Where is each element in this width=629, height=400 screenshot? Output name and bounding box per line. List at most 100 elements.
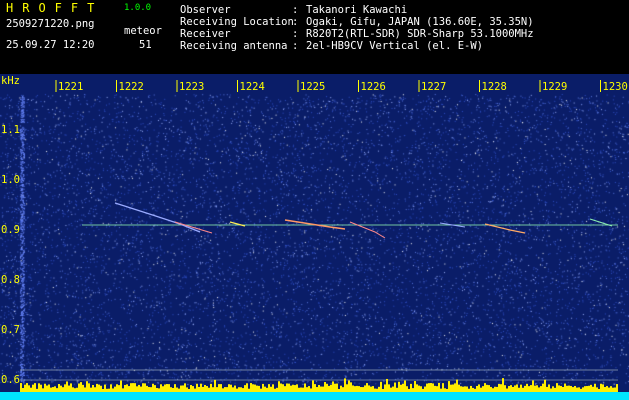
noise-bar	[348, 380, 350, 392]
noise-bar	[478, 384, 480, 392]
noise-bar	[442, 383, 444, 392]
spectrogram: kHz 1.1 1.0 0.9 0.8 0.7 0.6 1221 1222 1223 1224 1…	[0, 74, 629, 400]
noise-bar	[586, 386, 588, 392]
noise-bar	[310, 388, 312, 392]
noise-bar	[28, 385, 30, 392]
noise-bar	[436, 386, 438, 392]
noise-bar	[544, 379, 546, 392]
noise-bar	[256, 385, 258, 392]
noise-bar	[502, 378, 504, 392]
noise-bar	[576, 387, 578, 392]
noise-bar	[78, 383, 80, 392]
noise-bar	[558, 385, 560, 392]
noise-bar	[418, 385, 420, 392]
noise-bar	[342, 387, 344, 392]
noise-bar	[228, 384, 230, 392]
y-tick-label: 0.9	[1, 224, 20, 236]
noise-bar	[464, 386, 466, 392]
noise-bar	[616, 384, 618, 392]
noise-bar	[48, 384, 50, 392]
noise-bar	[308, 386, 310, 392]
noise-bar	[260, 388, 262, 392]
noise-bar	[278, 381, 280, 392]
datetime-label: 25.09.27 12:20	[6, 39, 95, 51]
noise-bar	[568, 385, 570, 392]
location-label: Receiving Location	[180, 16, 294, 28]
noise-bar	[66, 381, 68, 392]
noise-bar	[582, 387, 584, 392]
app-logo: HROFFT	[6, 1, 104, 15]
noise-bar	[84, 387, 86, 392]
noise-bar	[414, 381, 416, 392]
noise-bar	[152, 383, 154, 392]
noise-bar	[564, 383, 566, 392]
noise-bar	[202, 386, 204, 392]
noise-bar	[566, 385, 568, 392]
noise-bar	[118, 385, 120, 392]
noise-bar	[38, 383, 40, 392]
antenna-value: 2el-HB9CV Vertical (el. E-W)	[306, 40, 484, 52]
noise-bar	[474, 388, 476, 392]
noise-bar	[522, 387, 524, 392]
noise-bar	[268, 384, 270, 392]
noise-bar	[390, 387, 392, 392]
noise-bar	[392, 386, 394, 392]
spectrogram-overlay: kHz 1.1 1.0 0.9 0.8 0.7 0.6 1221 1222 1223 1224 1…	[0, 75, 629, 400]
noise-bar	[270, 386, 272, 392]
noise-bar	[570, 385, 572, 392]
noise-bar	[192, 386, 194, 392]
meteor-label: meteor	[124, 25, 162, 37]
noise-bar	[50, 387, 52, 392]
noise-bar	[578, 387, 580, 392]
noise-bar	[274, 388, 276, 392]
x-tick-label: 1230	[603, 81, 628, 93]
noise-bar	[150, 387, 152, 392]
noise-bar	[200, 383, 202, 392]
noise-bar	[62, 387, 64, 392]
noise-bar	[338, 388, 340, 392]
noise-bar	[284, 386, 286, 392]
noise-bar	[40, 384, 42, 392]
noise-bar	[126, 384, 128, 392]
y-tick-label: 0.7	[1, 324, 20, 336]
noise-bar	[300, 387, 302, 392]
app-version: 1.0.0	[124, 3, 152, 13]
x-tick-label: 1222	[119, 81, 144, 93]
noise-bar	[230, 384, 232, 392]
noise-bar	[446, 388, 448, 392]
observer-sep: :	[292, 4, 299, 16]
noise-bar	[158, 388, 160, 392]
noise-bar	[314, 384, 316, 392]
noise-bar	[288, 383, 290, 392]
noise-bar	[22, 388, 24, 392]
noise-bar	[286, 383, 288, 392]
noise-bar	[352, 385, 354, 392]
noise-bar	[490, 386, 492, 392]
noise-bar	[350, 382, 352, 392]
noise-bar	[606, 386, 608, 392]
noise-bar	[298, 387, 300, 392]
noise-bar	[422, 388, 424, 392]
x-tick-label: 1223	[179, 81, 204, 93]
noise-bar	[88, 383, 90, 392]
meteor-count: 51	[139, 39, 152, 51]
noise-bar	[408, 388, 410, 392]
noise-bar	[608, 387, 610, 392]
noise-bar	[112, 388, 114, 392]
noise-bar	[534, 385, 536, 392]
noise-bar	[360, 387, 362, 392]
noise-bar	[554, 387, 556, 392]
noise-bar	[428, 383, 430, 392]
noise-bar	[394, 382, 396, 392]
noise-bar	[34, 383, 36, 392]
noise-bar	[444, 388, 446, 392]
noise-bar	[470, 385, 472, 392]
noise-bar	[178, 388, 180, 392]
noise-bar	[506, 388, 508, 392]
noise-bar	[234, 385, 236, 392]
noise-bar	[546, 386, 548, 392]
noise-bar	[466, 386, 468, 392]
noise-bar	[92, 385, 94, 392]
noise-bar	[136, 386, 138, 392]
filename-label: 2509271220.png	[6, 18, 95, 30]
